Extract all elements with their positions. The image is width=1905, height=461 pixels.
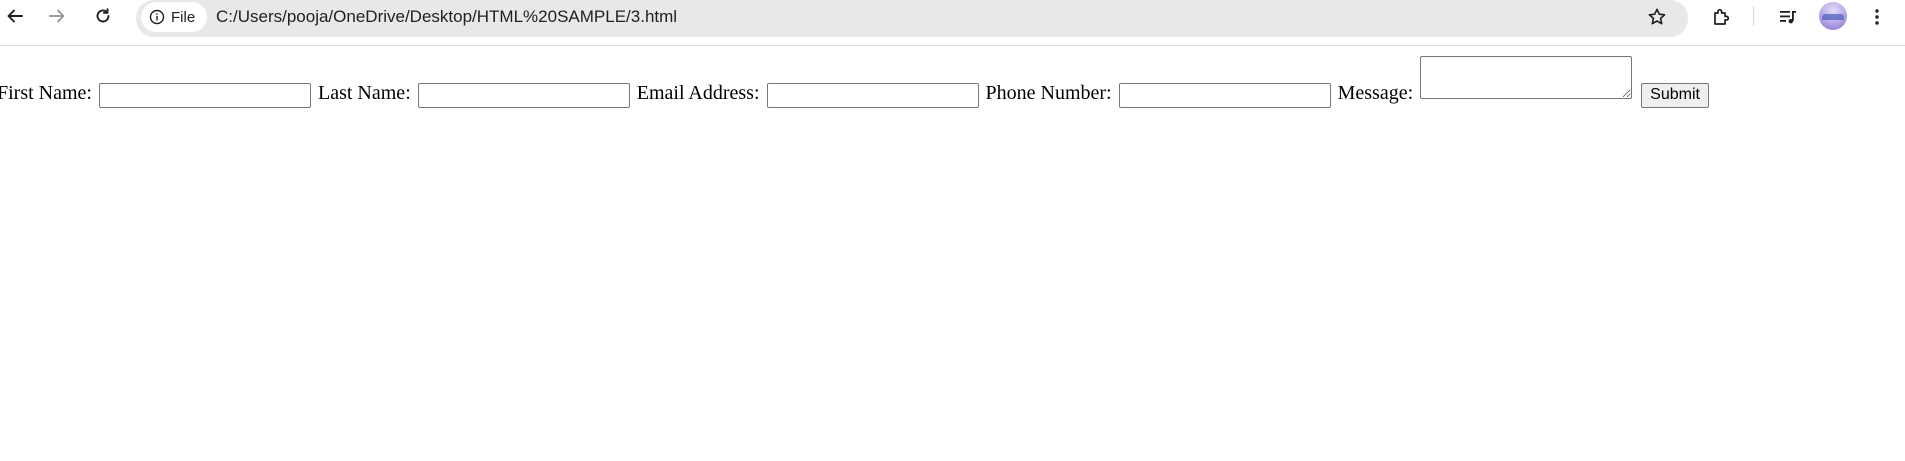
email-label: Email Address:	[636, 82, 760, 104]
first-name-input[interactable]	[99, 82, 311, 108]
forward-button[interactable]	[42, 1, 72, 31]
toolbar-divider	[1753, 6, 1754, 26]
info-icon	[149, 9, 165, 25]
submit-button[interactable]: Submit	[1641, 82, 1709, 108]
reload-icon	[96, 8, 110, 23]
first-name-label: First Name:	[0, 82, 92, 104]
last-name-input[interactable]	[417, 82, 630, 108]
three-dots-vertical-icon	[1875, 9, 1879, 25]
puzzle-icon	[1714, 8, 1730, 25]
star-icon	[1648, 8, 1666, 25]
email-input[interactable]	[766, 82, 979, 108]
browser-menu-button[interactable]	[1862, 2, 1892, 32]
extensions-button[interactable]	[1706, 2, 1736, 32]
media-queue-icon	[1780, 11, 1796, 24]
browser-toolbar: File C:/Users/pooja/OneDrive/Desktop/HTM…	[0, 0, 1905, 46]
site-info-chip[interactable]: File	[141, 2, 208, 32]
phone-label: Phone Number:	[985, 82, 1112, 104]
bookmark-button[interactable]	[1644, 4, 1670, 30]
back-button[interactable]	[0, 1, 30, 31]
site-info-label: File	[171, 8, 196, 26]
arrow-right-icon	[49, 9, 65, 23]
profile-avatar[interactable]	[1819, 2, 1847, 30]
url-text[interactable]: C:/Users/pooja/OneDrive/Desktop/HTML%20S…	[216, 0, 677, 33]
phone-input[interactable]	[1118, 82, 1331, 108]
reload-button[interactable]	[88, 1, 118, 31]
media-controls-button[interactable]	[1773, 2, 1803, 32]
last-name-label: Last Name:	[318, 82, 411, 104]
address-bar[interactable]: File C:/Users/pooja/OneDrive/Desktop/HTM…	[136, 0, 1688, 37]
message-textarea[interactable]	[1420, 56, 1633, 99]
message-label: Message:	[1337, 82, 1414, 104]
arrow-left-icon	[7, 9, 23, 23]
contact-form: First Name: Last Name: Email Address: Ph…	[0, 56, 1709, 108]
